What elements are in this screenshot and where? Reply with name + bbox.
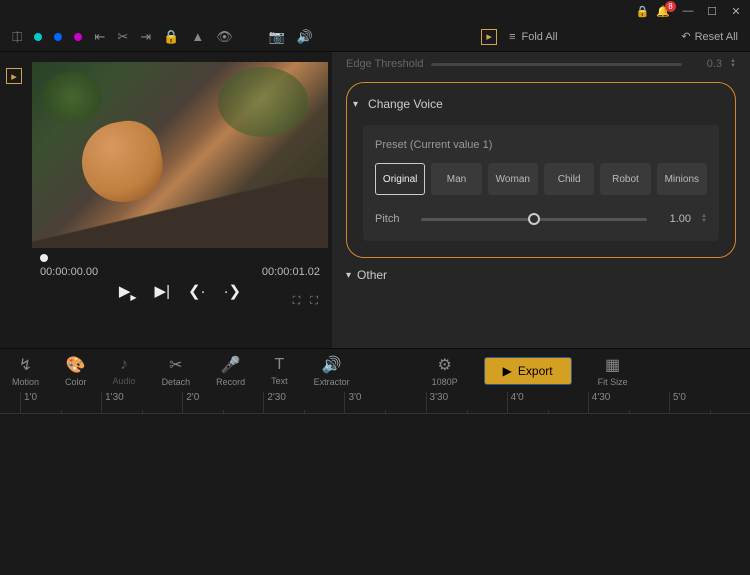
edge-threshold-slider[interactable] bbox=[431, 63, 682, 66]
preset-robot[interactable]: Robot bbox=[600, 163, 650, 195]
resolution-tool[interactable]: ⚙1080P bbox=[432, 355, 458, 387]
edge-threshold-stepper[interactable]: ▲▼ bbox=[730, 59, 736, 69]
marker-blue[interactable] bbox=[54, 33, 62, 41]
export-button[interactable]: ▶Export bbox=[484, 357, 572, 385]
undo-icon: ↶ bbox=[681, 30, 690, 43]
timeline: 1'0 1'30 2'0 2'30 3'0 3'30 4'0 4'30 5'0 bbox=[0, 392, 750, 575]
change-voice-section: Change Voice Preset (Current value 1) Or… bbox=[346, 82, 736, 258]
pitch-slider[interactable] bbox=[421, 218, 647, 221]
close-button[interactable]: ✕ bbox=[730, 5, 742, 17]
edge-threshold-label: Edge Threshold bbox=[346, 58, 423, 70]
mic-icon: 🎤 bbox=[221, 355, 241, 375]
ruler-tick: 1'30 bbox=[101, 392, 182, 413]
preset-original[interactable]: Original bbox=[375, 163, 425, 195]
audio-tool[interactable]: ♪Audio bbox=[113, 356, 136, 386]
preset-child[interactable]: Child bbox=[544, 163, 594, 195]
left-rail: ▸ bbox=[0, 52, 28, 348]
detach-tool[interactable]: ✂Detach bbox=[162, 355, 191, 387]
playhead-thumb[interactable] bbox=[40, 254, 48, 262]
color-tool[interactable]: 🎨Color bbox=[65, 355, 87, 387]
record-tool[interactable]: 🎤Record bbox=[216, 355, 245, 387]
eye-icon[interactable]: 👁 bbox=[216, 29, 233, 45]
pitch-label: Pitch bbox=[375, 213, 411, 225]
ruler-tick: 4'0 bbox=[507, 392, 588, 413]
preset-man[interactable]: Man bbox=[431, 163, 481, 195]
preset-buttons: Original Man Woman Child Robot Minions bbox=[375, 163, 707, 195]
preset-label: Preset (Current value 1) bbox=[375, 139, 707, 151]
export-icon: ▶ bbox=[503, 364, 512, 378]
snapshot-icon[interactable]: ⛶ bbox=[293, 295, 301, 308]
extractor-tool[interactable]: 🔊Extractor bbox=[314, 355, 350, 387]
next-frame-button[interactable]: ·❯ bbox=[224, 282, 242, 302]
timeline-ruler[interactable]: 1'0 1'30 2'0 2'30 3'0 3'30 4'0 4'30 5'0 bbox=[0, 392, 750, 414]
total-time: 00:00:01.02 bbox=[262, 266, 320, 278]
reveal-icon[interactable]: ▲ bbox=[191, 29, 204, 44]
video-preview[interactable] bbox=[32, 62, 328, 248]
notification-bell-icon[interactable]: 🔔 8 bbox=[656, 5, 670, 18]
palette-icon: 🎨 bbox=[66, 355, 86, 375]
notification-badge: 8 bbox=[665, 1, 676, 12]
preset-minions[interactable]: Minions bbox=[657, 163, 707, 195]
current-time: 00:00:00.00 bbox=[40, 266, 98, 278]
fold-icon: ≡ bbox=[509, 31, 515, 43]
pitch-slider-thumb[interactable] bbox=[528, 213, 540, 225]
ruler-tick: 2'30 bbox=[263, 392, 344, 413]
change-voice-header[interactable]: Change Voice bbox=[363, 97, 719, 111]
ruler-tick: 4'30 bbox=[588, 392, 669, 413]
preview-panel: 00:00:00.00 00:00:01.02 ▶▶ ▶| ❮· ·❯ ⛶ ⛶ bbox=[28, 52, 332, 348]
lock-icon[interactable]: 🔒 bbox=[636, 5, 648, 17]
audio-icon: ♪ bbox=[120, 356, 128, 374]
library-icon[interactable]: ⎅ bbox=[12, 29, 22, 45]
preset-woman[interactable]: Woman bbox=[488, 163, 538, 195]
ruler-tick: 1'0 bbox=[20, 392, 101, 413]
fit-size-tool[interactable]: ▦Fit Size bbox=[598, 355, 628, 387]
reset-all-button[interactable]: ↶ Reset All bbox=[681, 30, 738, 43]
marker-magenta[interactable] bbox=[74, 33, 82, 41]
pitch-value: 1.00 bbox=[657, 213, 691, 225]
detach-icon: ✂ bbox=[169, 355, 182, 375]
lock-tool-icon[interactable]: 🔒 bbox=[163, 29, 179, 45]
extractor-icon: 🔊 bbox=[322, 355, 342, 375]
volume-icon[interactable]: 🔊 bbox=[297, 29, 313, 45]
action-bar: ↯Motion 🎨Color ♪Audio ✂Detach 🎤Record TT… bbox=[0, 348, 750, 392]
cut-end-icon[interactable]: ⇥ bbox=[140, 29, 151, 45]
play-button[interactable]: ▶▶ bbox=[119, 282, 137, 302]
rail-panel-icon[interactable]: ▸ bbox=[6, 68, 22, 84]
ruler-tick: 3'0 bbox=[344, 392, 425, 413]
motion-icon: ↯ bbox=[19, 355, 32, 375]
maximize-button[interactable]: ☐ bbox=[706, 5, 718, 17]
prev-frame-button[interactable]: ❮· bbox=[188, 282, 206, 302]
fold-all-button[interactable]: ≡ Fold All bbox=[509, 31, 558, 43]
text-icon: T bbox=[274, 356, 284, 374]
camera-icon[interactable]: 📷 bbox=[269, 29, 285, 45]
timeline-tracks[interactable] bbox=[0, 414, 750, 574]
marker-cyan[interactable] bbox=[34, 33, 42, 41]
cut-start-icon[interactable]: ⇤ bbox=[94, 29, 105, 45]
fit-icon: ▦ bbox=[605, 355, 620, 375]
other-section-header[interactable]: Other bbox=[346, 268, 736, 282]
step-forward-button[interactable]: ▶| bbox=[155, 282, 170, 302]
toolbar: ⎅ ⇤ ✂ ⇥ 🔒 ▲ 👁 📷 🔊 ▸ ≡ Fold All ↶ Reset A… bbox=[0, 22, 750, 52]
split-icon[interactable]: ✂ bbox=[117, 29, 128, 45]
edge-threshold-value: 0.3 bbox=[690, 58, 722, 70]
ruler-tick: 2'0 bbox=[182, 392, 263, 413]
minimize-button[interactable]: — bbox=[682, 5, 694, 17]
inspector-panel: Edge Threshold 0.3 ▲▼ Change Voice Prese… bbox=[332, 52, 750, 348]
panel-toggle-icon[interactable]: ▸ bbox=[481, 29, 497, 45]
titlebar: 🔒 🔔 8 — ☐ ✕ bbox=[0, 0, 750, 22]
fullscreen-icon[interactable]: ⛶ bbox=[310, 295, 318, 308]
motion-tool[interactable]: ↯Motion bbox=[12, 355, 39, 387]
pitch-stepper[interactable]: ▲▼ bbox=[701, 214, 707, 224]
gear-icon: ⚙ bbox=[437, 355, 451, 375]
text-tool[interactable]: TText bbox=[271, 356, 288, 386]
ruler-tick: 5'0 bbox=[669, 392, 750, 413]
ruler-tick: 3'30 bbox=[426, 392, 507, 413]
playhead-track[interactable] bbox=[40, 256, 320, 260]
